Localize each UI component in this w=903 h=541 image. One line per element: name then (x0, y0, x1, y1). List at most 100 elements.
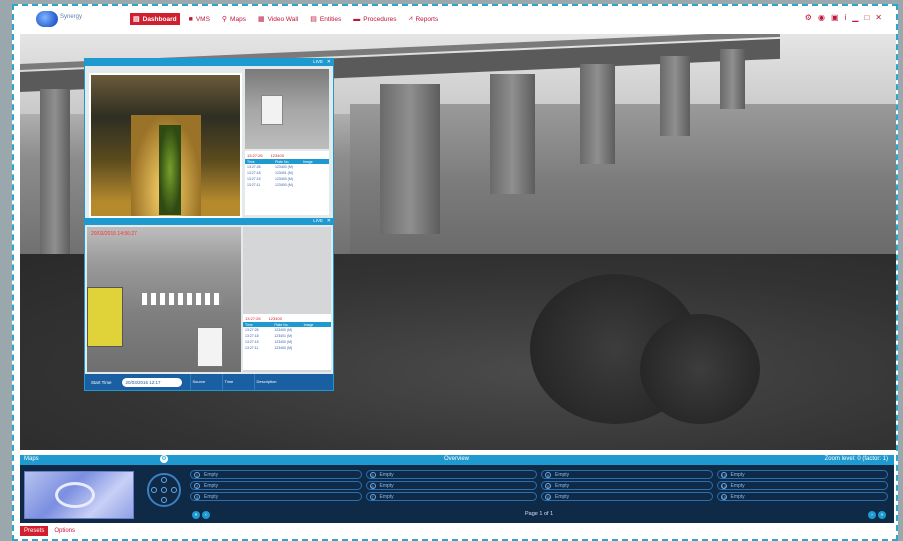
settings-icon[interactable]: ⚙ (805, 13, 812, 22)
table-cell: 123400 (M) (274, 328, 293, 332)
preset-slot[interactable]: 2 Empty (190, 481, 362, 490)
preset-label: Empty (204, 482, 219, 489)
bus-shape (87, 287, 123, 347)
preset-grid: 1 Empty 5 Empty 9 Empty 13 Empty 2 Empty 6 Empty 10 E… (190, 470, 888, 501)
preset-number: 6 (369, 482, 376, 489)
start-time-input[interactable]: 20/03/2015 12:17 (121, 377, 182, 387)
preset-slot[interactable]: 15 Empty (716, 492, 888, 501)
logo-text: Synergy (60, 14, 83, 20)
chart-icon: ⩘ (408, 15, 413, 22)
bridge-pillar (490, 74, 535, 194)
last-page-icon[interactable]: » (878, 511, 886, 519)
nav-vms[interactable]: ■ VMS (186, 13, 213, 25)
nav-entities[interactable]: ▤ Entities (307, 13, 344, 25)
nav-reports[interactable]: ⩘ Reports (406, 13, 442, 25)
maximize-icon[interactable]: □ (864, 13, 869, 22)
app-logo[interactable]: Synergy (36, 11, 82, 27)
tab-presets[interactable]: Presets (20, 526, 49, 536)
table-cell: 123400 (M) (275, 183, 293, 187)
preset-label: Empty (730, 471, 745, 478)
close-icon[interactable]: ✕ (327, 59, 331, 65)
nav-label: Entities (319, 15, 342, 23)
preset-slot[interactable]: 14 Empty (716, 481, 888, 490)
camera-feed-intersection[interactable]: 20/03/2015 14:56:27 (87, 227, 241, 372)
table-row[interactable]: 13:27:11 123400 (M) (243, 345, 331, 351)
tab-options[interactable]: Options (50, 526, 79, 536)
bridge-pillar (40, 89, 70, 279)
ptz-right-icon[interactable] (171, 487, 177, 493)
preset-number: 9 (545, 471, 551, 478)
camera-feed-night-street[interactable] (89, 73, 242, 218)
preset-slot[interactable]: 7 Empty (365, 492, 537, 501)
nav-label: Maps (230, 15, 246, 23)
popup-footer: Start Time 20/03/2015 12:17 Source Time … (85, 374, 333, 390)
maps-title: Maps (24, 456, 39, 462)
table-cell: 123401 (M) (274, 334, 293, 338)
table-cell: 123400 (M) (275, 177, 293, 181)
preset-slot[interactable]: 13 Empty (716, 470, 888, 479)
ptz-control[interactable] (147, 473, 181, 507)
col-description: Description (253, 374, 286, 390)
table-cell: 123401 (M) (275, 171, 293, 175)
preset-number: 3 (194, 493, 200, 500)
info-icon[interactable]: i (845, 13, 847, 22)
screen-icon[interactable]: ▣ (831, 13, 839, 22)
tree-lights (159, 125, 181, 215)
preset-slot[interactable]: 3 Empty (190, 492, 362, 501)
table-cell: 13:27:26 (247, 165, 261, 169)
nav-dashboard[interactable]: ▤ Dashboard (130, 13, 180, 25)
col-time: Time (221, 374, 254, 390)
close-icon[interactable]: ✕ (875, 13, 882, 22)
ptz-up-icon[interactable] (161, 477, 167, 483)
bridge-pillar (580, 64, 615, 164)
col-time: Time (245, 322, 253, 327)
ptz-left-icon[interactable] (151, 487, 157, 493)
car-shape (197, 327, 223, 367)
close-icon[interactable]: ✕ (327, 218, 331, 224)
plate-info-panel-b: 13:27:26 123400 Time Plate No. Image 13:… (243, 314, 331, 370)
camera-feed-truck[interactable] (245, 69, 329, 149)
first-page-icon[interactable]: « (192, 511, 200, 519)
preset-label: Empty (379, 471, 394, 478)
maps-header: Maps ⚙ Overview Zoom level: 0 (factor: 1… (20, 455, 894, 465)
info-id: 123400 (270, 153, 284, 158)
table-row[interactable]: 13:27:11 123400 (M) (245, 182, 329, 188)
preset-slot[interactable]: 6 Empty (365, 481, 537, 490)
preset-label: Empty (204, 493, 219, 500)
nav-label: Reports (415, 15, 439, 23)
next-page-icon[interactable]: › (868, 511, 876, 519)
nav-procedures[interactable]: ▬ Procedures (350, 13, 399, 25)
preset-label: Empty (730, 493, 745, 500)
dashboard-icon: ▤ (133, 16, 140, 23)
table-cell: 13:27:15 (245, 340, 259, 344)
preset-slot[interactable]: 1 Empty (190, 470, 362, 479)
preset-label: Empty (204, 471, 219, 478)
nav-video-wall[interactable]: ▦ Video Wall (255, 13, 301, 25)
preset-slot[interactable]: 9 Empty (541, 470, 713, 479)
popup-header-a: LIVE ✕ (85, 59, 333, 66)
preset-slot[interactable]: 11 Empty (541, 492, 713, 501)
start-time-label: Start Time (91, 379, 112, 385)
camera-icon[interactable]: ◉ (818, 13, 825, 22)
col-plate: Plate No. (275, 159, 290, 164)
ptz-down-icon[interactable] (161, 497, 167, 503)
preset-number: 13 (720, 471, 727, 478)
nav-maps[interactable]: ⚲ Maps (219, 13, 249, 25)
live-label: LIVE (313, 59, 323, 64)
prev-page-icon[interactable]: ‹ (202, 511, 210, 519)
table-cell: 13:27:11 (245, 346, 259, 350)
preset-slot[interactable]: 5 Empty (365, 470, 537, 479)
info-table-header: Time Plate No. Image (245, 159, 329, 164)
popup-header-b: LIVE ✕ (85, 218, 333, 225)
info-table-header: Time Plate No. Image (243, 322, 331, 327)
minimize-icon[interactable]: ▁ (852, 13, 858, 22)
preset-slot[interactable]: 10 Empty (541, 481, 713, 490)
preset-label: Empty (555, 482, 570, 489)
col-image: Image (303, 159, 313, 164)
table-cell: 123400 (M) (274, 340, 293, 344)
nav-label: Dashboard (142, 15, 177, 23)
ptz-center-icon[interactable] (161, 487, 167, 493)
settings-icon[interactable]: ⚙ (160, 455, 168, 463)
camera-popup[interactable]: LIVE ✕ 13:27:26 123400 Time Plate No. Im… (84, 58, 334, 391)
preset-label: Empty (555, 471, 570, 478)
